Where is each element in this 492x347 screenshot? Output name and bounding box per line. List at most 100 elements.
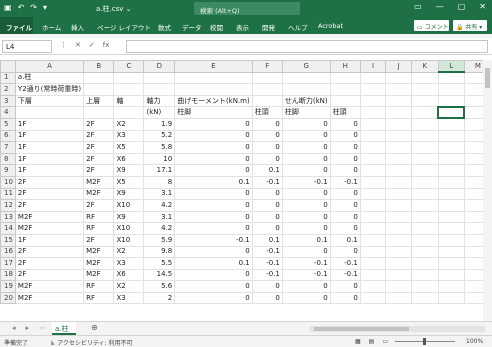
cell[interactable]: -0.1 — [329, 175, 361, 189]
cell[interactable]: 0 — [174, 164, 253, 177]
column-header[interactable]: B — [83, 60, 115, 73]
cell[interactable] — [437, 164, 465, 177]
cell[interactable] — [359, 257, 387, 270]
cell[interactable]: 0 — [251, 187, 283, 201]
cell[interactable]: -0.1 — [329, 268, 361, 282]
cell[interactable]: 上層 — [83, 94, 115, 108]
cell[interactable]: RF — [83, 222, 115, 235]
cell[interactable]: 0 — [174, 152, 253, 166]
cell[interactable]: 0 — [329, 129, 361, 143]
cell[interactable] — [83, 83, 115, 96]
cell[interactable]: 14.5 — [143, 268, 176, 282]
cell[interactable]: 0 — [329, 210, 361, 224]
cell[interactable] — [437, 117, 465, 131]
cell[interactable]: -0.1 — [281, 175, 331, 189]
cell[interactable] — [359, 164, 387, 177]
cell[interactable] — [410, 117, 439, 131]
cell[interactable] — [437, 141, 465, 154]
column-header[interactable]: H — [329, 60, 361, 73]
row-header[interactable]: 12 — [0, 199, 16, 212]
cell[interactable]: 2F — [83, 117, 115, 131]
cell[interactable]: 0 — [174, 245, 253, 259]
column-header[interactable]: F — [251, 60, 283, 73]
cell[interactable]: (kN) — [143, 106, 176, 119]
cell[interactable]: 0 — [329, 152, 361, 166]
cell[interactable]: X5 — [113, 141, 145, 154]
cell[interactable] — [437, 245, 465, 259]
page-layout-view-icon[interactable]: ▤ — [369, 338, 375, 345]
cell[interactable]: M2F — [83, 175, 115, 189]
cell[interactable] — [359, 175, 387, 189]
cell[interactable]: 0 — [174, 199, 253, 212]
cell[interactable]: 1F — [14, 233, 85, 247]
cell[interactable] — [359, 245, 387, 259]
tab-acrobat[interactable]: Acrobat — [318, 22, 343, 30]
cell[interactable] — [410, 164, 439, 177]
cell[interactable] — [359, 199, 387, 212]
cell[interactable]: 1F — [14, 164, 85, 177]
cell[interactable]: 0 — [281, 117, 331, 131]
row-header[interactable]: 9 — [0, 164, 16, 177]
cell[interactable] — [437, 210, 465, 224]
cell[interactable]: 1F — [14, 141, 85, 154]
cell[interactable]: X5 — [113, 175, 145, 189]
cell[interactable]: 2F — [83, 233, 115, 247]
comments-button[interactable]: ▭ コメント — [414, 20, 449, 31]
column-header[interactable]: G — [281, 60, 331, 73]
cell[interactable] — [385, 117, 412, 131]
cell[interactable]: 0 — [251, 199, 283, 212]
cell[interactable]: 5.8 — [143, 141, 176, 154]
cell[interactable] — [359, 152, 387, 166]
select-all-corner[interactable] — [0, 60, 16, 73]
cell[interactable] — [359, 83, 387, 96]
customize-icon[interactable]: ▾ — [43, 3, 47, 12]
cell[interactable]: 0 — [281, 152, 331, 166]
zoom-slider[interactable] — [395, 338, 455, 345]
cell[interactable]: X6 — [113, 152, 145, 166]
column-header[interactable]: D — [143, 60, 176, 73]
cell[interactable] — [359, 268, 387, 282]
cell[interactable] — [385, 83, 412, 96]
cell[interactable]: X2 — [113, 280, 145, 293]
row-header[interactable]: 19 — [0, 280, 16, 293]
cell[interactable]: a.柱 — [14, 71, 85, 85]
cell[interactable]: 5.2 — [143, 129, 176, 143]
cell[interactable] — [410, 141, 439, 154]
cell[interactable] — [359, 94, 387, 108]
cell[interactable] — [410, 233, 439, 247]
cell[interactable] — [385, 291, 412, 305]
cell[interactable] — [143, 83, 176, 96]
cell[interactable]: X10 — [113, 199, 145, 212]
cell[interactable]: M2F — [83, 257, 115, 270]
tab-help[interactable]: ヘルプ — [288, 22, 308, 32]
cell[interactable]: 4.2 — [143, 222, 176, 235]
row-header[interactable]: 16 — [0, 245, 16, 259]
cell[interactable] — [410, 268, 439, 282]
cell[interactable] — [410, 291, 439, 305]
cell[interactable]: 3.1 — [143, 187, 176, 201]
cell[interactable]: 柱頭 — [251, 106, 283, 119]
cell[interactable]: 0.1 — [174, 175, 253, 189]
cell[interactable] — [385, 199, 412, 212]
cell[interactable]: 0 — [174, 222, 253, 235]
cell[interactable]: 0 — [174, 210, 253, 224]
row-header[interactable]: 18 — [0, 268, 16, 282]
cell[interactable]: X3 — [113, 257, 145, 270]
cell[interactable]: M2F — [14, 291, 85, 305]
accessibility-status[interactable]: ♿ アクセシビリティ: 利用不可 — [50, 338, 133, 347]
insert-function-icon[interactable]: fx — [103, 41, 110, 49]
cell[interactable] — [410, 71, 439, 85]
cell[interactable] — [83, 71, 115, 85]
cell[interactable] — [359, 71, 387, 85]
cell[interactable] — [385, 164, 412, 177]
cell[interactable]: 2F — [14, 245, 85, 259]
tab-developer[interactable]: 開発 — [262, 22, 275, 32]
cell[interactable]: 軸力 — [143, 94, 176, 108]
cell[interactable] — [83, 106, 115, 119]
cell[interactable] — [385, 71, 412, 85]
cell[interactable]: せん断力(kN) — [281, 94, 331, 108]
cell[interactable]: -0.1 — [251, 268, 283, 282]
tab-view[interactable]: 表示 — [236, 22, 249, 32]
cell[interactable] — [251, 83, 283, 96]
page-break-view-icon[interactable]: ▭ — [382, 338, 388, 345]
